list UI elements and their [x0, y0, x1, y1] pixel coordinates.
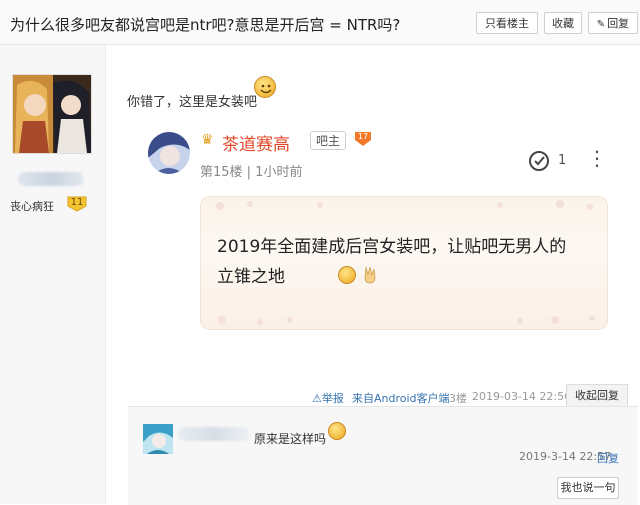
sub-avatar-image: [143, 424, 173, 454]
grin-emoji-icon: [328, 422, 346, 440]
like-count: 1: [558, 153, 567, 168]
report-label: 举报: [321, 392, 344, 405]
quote-level: 17: [357, 132, 369, 141]
post-text: 你错了，这里是女装吧: [127, 95, 258, 110]
report-link[interactable]: ⚠举报: [312, 390, 344, 406]
sub-reply-link[interactable]: 回复: [597, 450, 619, 466]
sub-reply-avatar[interactable]: [143, 424, 173, 454]
author-name-redacted: [18, 172, 84, 186]
only-host-button[interactable]: 只看楼主: [476, 12, 538, 34]
post-time: 2019-03-14 22:56: [472, 390, 572, 403]
warning-icon: ⚠: [312, 392, 322, 405]
say-something-button[interactable]: 我也说一句: [557, 477, 619, 499]
like-thumb-icon: [529, 151, 549, 171]
quote-avatar: [148, 132, 190, 174]
victory-hand-icon: [362, 266, 378, 284]
reply-icon: ✎: [596, 19, 606, 30]
crown-icon: ♛: [201, 132, 214, 148]
quote-author-name: 茶道赛高: [222, 135, 290, 155]
smile-emoji-face: [260, 84, 272, 94]
moderator-badge: 吧主: [310, 131, 346, 150]
victory-hand-shape: [364, 266, 376, 284]
sub-reply-name-redacted: [178, 427, 250, 441]
more-options-icon: ⋮: [587, 146, 608, 170]
quote-meta: 第15楼 | 1小时前: [200, 165, 303, 180]
author-avatar[interactable]: [12, 74, 92, 154]
author-avatar-image: [13, 75, 91, 153]
quote-avatar-image: [148, 132, 190, 174]
sub-reply-text: 原来是这样吗: [254, 432, 327, 446]
floor-number: 3楼: [449, 392, 467, 405]
author-level: 11: [70, 197, 84, 208]
thread-title: 为什么很多吧友都说宫吧是ntr吧?意思是开后宫 = NTR吗?: [10, 16, 401, 34]
author-tag: 丧心病狂: [10, 200, 54, 213]
grin-emoji-icon: [338, 266, 356, 284]
smile-emoji-icon: [254, 76, 276, 98]
quote-content-text: 2019年全面建成后宫女装吧，让贴吧无男人的立锥之地: [217, 237, 567, 287]
like-icon: [528, 150, 550, 172]
collapse-replies-button[interactable]: 收起回复: [566, 384, 628, 406]
client-source-link[interactable]: 来自Android客户端: [352, 390, 450, 406]
author-level-badge: 11: [66, 196, 88, 212]
reply-button[interactable]: ✎ 回复: [588, 12, 638, 34]
quote-level-badge: 17: [354, 130, 372, 148]
favorite-button[interactable]: 收藏: [544, 12, 582, 34]
reply-button-label: 回复: [607, 17, 630, 30]
